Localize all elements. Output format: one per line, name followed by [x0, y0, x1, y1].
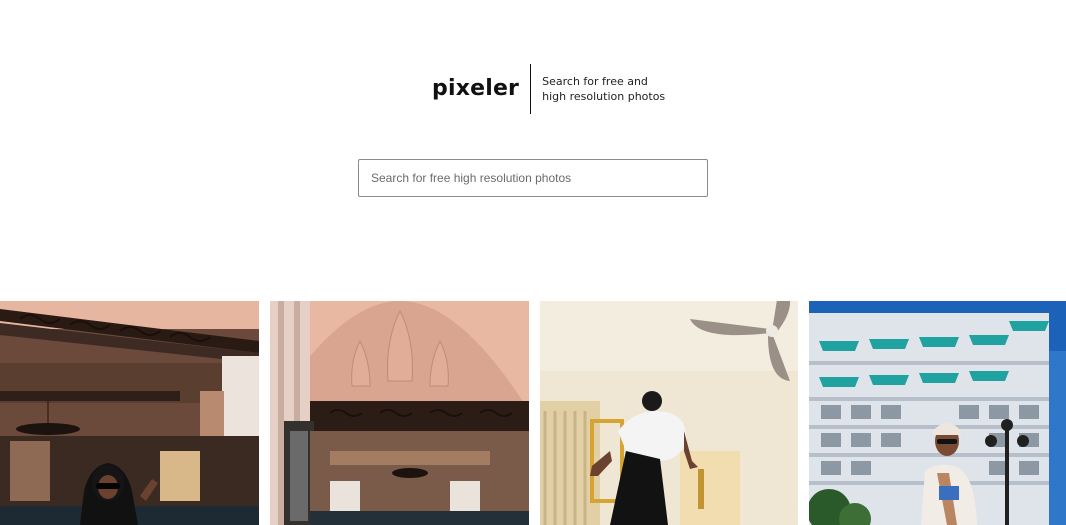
brand: pixeler Search for free and high resolut…: [432, 64, 672, 114]
tagline: Search for free and high resolution phot…: [542, 74, 672, 104]
tagline-line-1: Search for free and: [542, 75, 648, 88]
photo-image-3: [540, 301, 798, 525]
brand-divider: [530, 64, 532, 114]
search-box: [358, 159, 708, 197]
tagline-line-2: high resolution photos: [542, 90, 666, 103]
search-input[interactable]: [359, 160, 707, 196]
logo[interactable]: pixeler: [432, 78, 519, 100]
photo-card-2[interactable]: [270, 301, 529, 525]
photo-image-2: [270, 301, 529, 525]
page-header: pixeler Search for free and high resolut…: [0, 0, 1066, 197]
photo-card-3[interactable]: [540, 301, 798, 525]
photo-gallery: [0, 301, 1066, 525]
photo-card-4[interactable]: [809, 301, 1066, 525]
photo-card-1[interactable]: [0, 301, 259, 525]
photo-image-1: [0, 301, 259, 525]
photo-image-4: [809, 301, 1066, 525]
